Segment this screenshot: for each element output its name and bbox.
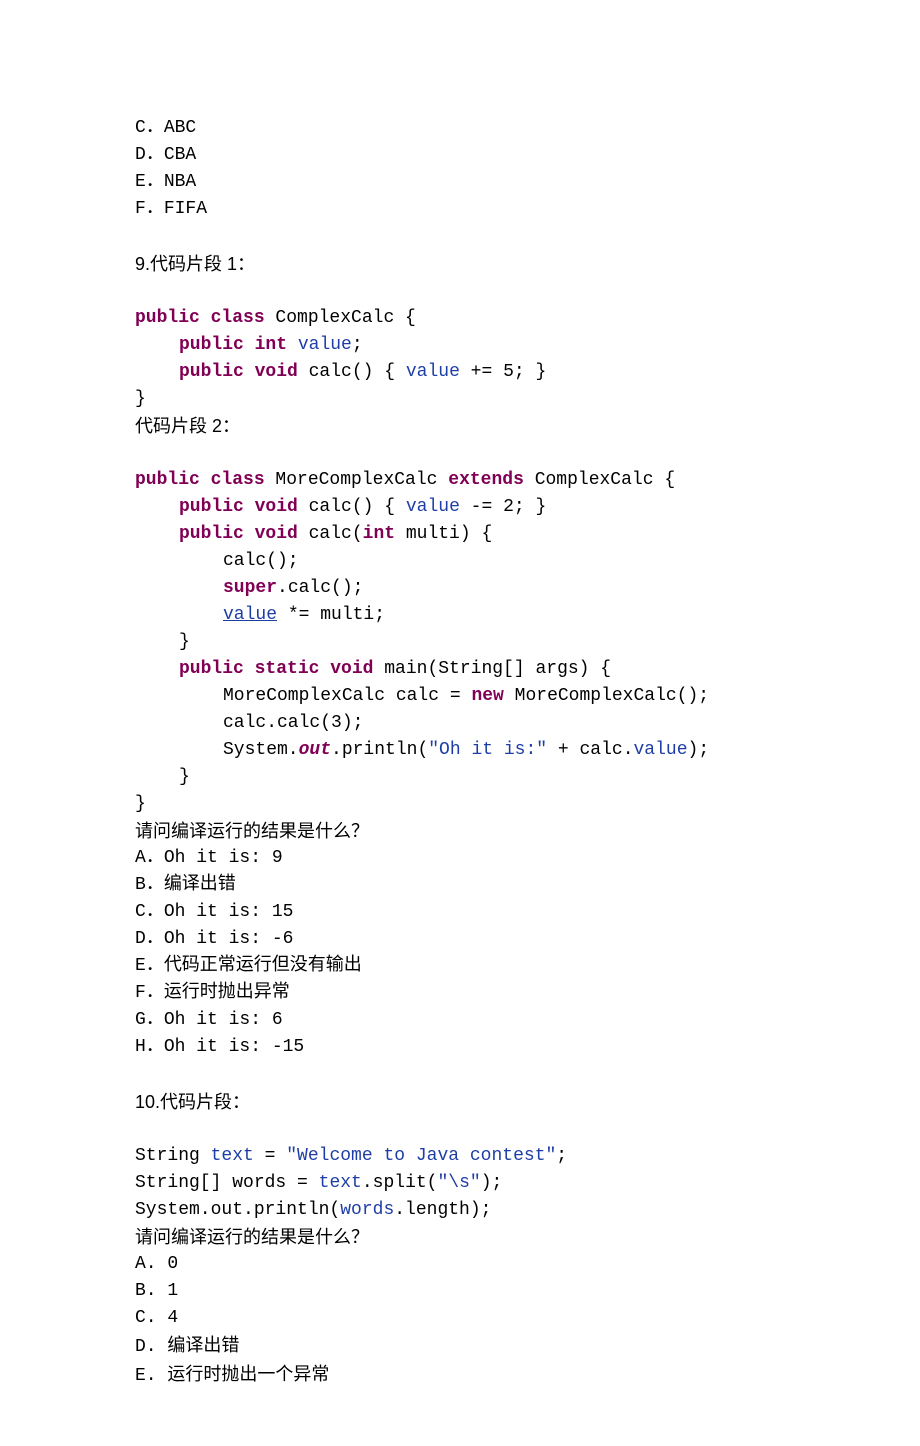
option: DOh it is: -6 bbox=[135, 926, 800, 953]
option: HOh it is: -15 bbox=[135, 1034, 800, 1061]
option-text: 运行时抛出异常 bbox=[164, 983, 290, 1003]
q10-code-snippet: String text = "Welcome to Java contest";… bbox=[135, 1116, 800, 1224]
option-text: FIFA bbox=[164, 199, 207, 219]
option-text: 0 bbox=[167, 1254, 178, 1274]
option: E代码正常运行但没有输出 bbox=[135, 953, 800, 980]
q10-options: A. 0B. 1C. 4D. 编译出错E. 运行时抛出一个异常 bbox=[135, 1251, 800, 1390]
q10-question: 请问编译运行的结果是什么？ bbox=[135, 1224, 800, 1251]
option-label: A. bbox=[135, 1254, 167, 1274]
option-label: H bbox=[135, 1037, 164, 1057]
option-label: E bbox=[135, 956, 164, 976]
option-text: Oh it is: -6 bbox=[164, 929, 294, 949]
q10-header: 10.代码片段： bbox=[135, 1089, 800, 1116]
option-text: Oh it is: 15 bbox=[164, 902, 294, 922]
option-text: 运行时抛出一个异常 bbox=[167, 1364, 329, 1384]
option-label: F bbox=[135, 983, 164, 1003]
option: GOh it is: 6 bbox=[135, 1007, 800, 1034]
option-label: D bbox=[135, 929, 164, 949]
option-label: B. bbox=[135, 1281, 167, 1301]
option-label: F bbox=[135, 199, 164, 219]
option-label: B bbox=[135, 875, 164, 895]
option: B编译出错 bbox=[135, 872, 800, 899]
option: COh it is: 15 bbox=[135, 899, 800, 926]
option: FFIFA bbox=[135, 196, 800, 223]
option-label: C bbox=[135, 902, 164, 922]
option-label: A bbox=[135, 848, 164, 868]
option: E. 运行时抛出一个异常 bbox=[135, 1361, 800, 1390]
q9-header: 9.代码片段 1： bbox=[135, 251, 800, 278]
option-text: Oh it is: -15 bbox=[164, 1037, 304, 1057]
q9-options: AOh it is: 9B编译出错COh it is: 15DOh it is:… bbox=[135, 845, 800, 1061]
option: AOh it is: 9 bbox=[135, 845, 800, 872]
option: DCBA bbox=[135, 142, 800, 169]
option-label: D bbox=[135, 145, 164, 165]
option: C. 4 bbox=[135, 1305, 800, 1332]
option: A. 0 bbox=[135, 1251, 800, 1278]
option-text: 编译出错 bbox=[167, 1335, 239, 1355]
option-text: ABC bbox=[164, 118, 196, 138]
option-label: D. bbox=[135, 1337, 167, 1357]
q9-code-snippet-2: public class MoreComplexCalc extends Com… bbox=[135, 440, 800, 818]
option-text: 4 bbox=[167, 1308, 178, 1328]
option: F运行时抛出异常 bbox=[135, 980, 800, 1007]
option-text: CBA bbox=[164, 145, 196, 165]
option: ENBA bbox=[135, 169, 800, 196]
option-text: Oh it is: 9 bbox=[164, 848, 283, 868]
option-label: E. bbox=[135, 1366, 167, 1386]
prev-options: CABC DCBA ENBA FFIFA bbox=[135, 115, 800, 223]
option: CABC bbox=[135, 115, 800, 142]
option-label: C. bbox=[135, 1308, 167, 1328]
q9-code-snippet-1: public class ComplexCalc { public int va… bbox=[135, 278, 800, 413]
option-label: C bbox=[135, 118, 164, 138]
option-text: NBA bbox=[164, 172, 196, 192]
q9-question: 请问编译运行的结果是什么？ bbox=[135, 818, 800, 845]
option-text: 编译出错 bbox=[164, 875, 236, 895]
option: B. 1 bbox=[135, 1278, 800, 1305]
option-label: G bbox=[135, 1010, 164, 1030]
option-text: 1 bbox=[167, 1281, 178, 1301]
option: D. 编译出错 bbox=[135, 1332, 800, 1361]
option-label: E bbox=[135, 172, 164, 192]
q9-mid: 代码片段 2： bbox=[135, 413, 800, 440]
option-text: 代码正常运行但没有输出 bbox=[164, 956, 362, 976]
option-text: Oh it is: 6 bbox=[164, 1010, 283, 1030]
